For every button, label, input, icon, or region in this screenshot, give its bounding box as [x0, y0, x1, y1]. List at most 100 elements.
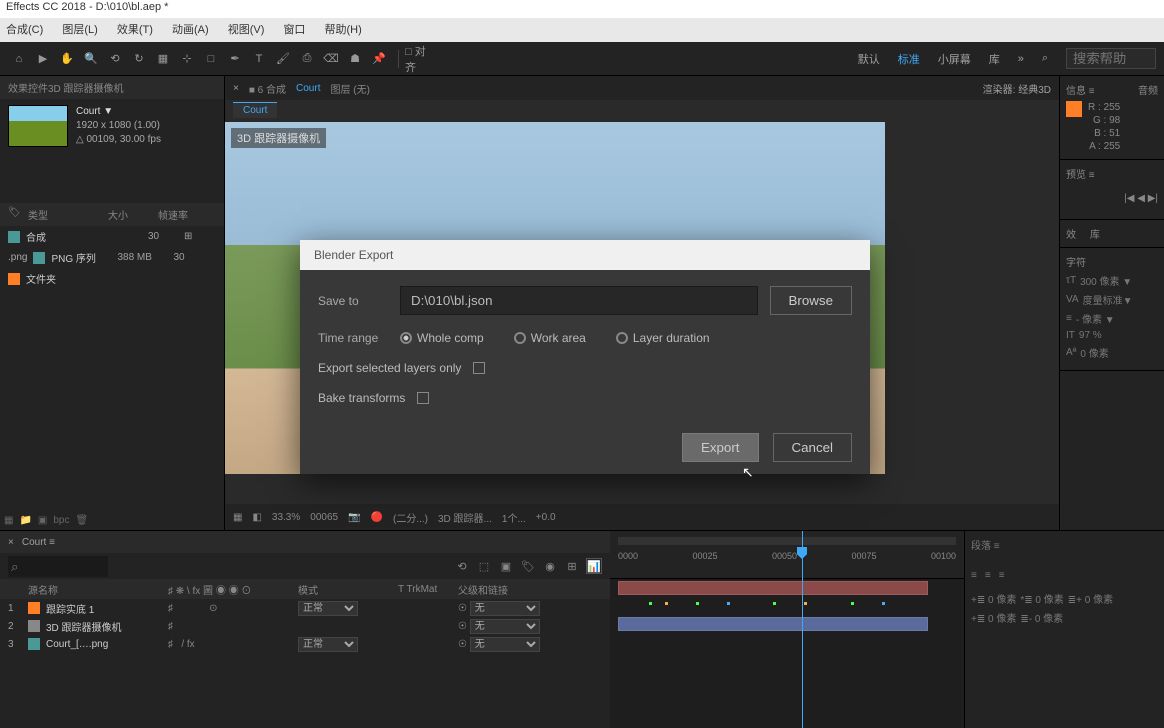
- comp-name[interactable]: Court ▼: [76, 105, 161, 119]
- blend-mode-select[interactable]: 正常: [298, 637, 358, 652]
- tl-icon-4[interactable]: 🏷: [520, 558, 536, 574]
- preview-transport[interactable]: |◀ ◀ ▶|: [1066, 193, 1158, 204]
- paragraph-panel-title[interactable]: 段落 ≡: [971, 537, 1158, 552]
- rotate-tool-icon[interactable]: ↻: [128, 48, 150, 70]
- font-size[interactable]: 300 像素 ▼: [1080, 273, 1132, 288]
- ws-default[interactable]: 默认: [858, 51, 880, 67]
- col-source-name[interactable]: 源名称: [28, 582, 168, 597]
- snapshot-icon[interactable]: 📷: [348, 512, 360, 523]
- close-tab-icon[interactable]: ×: [233, 83, 239, 94]
- project-item[interactable]: .png PNG 序列 388 MB 30: [0, 247, 224, 268]
- align-left-icon[interactable]: ≡: [971, 570, 977, 581]
- align-center-icon[interactable]: ≡: [985, 570, 991, 581]
- col-parent[interactable]: 父级和链接: [458, 582, 578, 597]
- text-tool-icon[interactable]: T: [248, 48, 270, 70]
- parent-select[interactable]: 无: [470, 601, 540, 616]
- export-selected-checkbox[interactable]: [473, 362, 485, 374]
- interpret-icon[interactable]: ▦: [4, 515, 13, 526]
- brush-tool-icon[interactable]: 🖌: [272, 48, 294, 70]
- layer-row[interactable]: 2 3D 跟踪器摄像机 ♯ ☉ 无: [0, 617, 610, 635]
- audio-panel-title[interactable]: 音频: [1138, 82, 1158, 97]
- layer-bar[interactable]: [618, 581, 928, 595]
- lib-tab[interactable]: 库: [1090, 230, 1100, 241]
- radio-layer-duration[interactable]: Layer duration: [616, 331, 710, 345]
- shape-tool-icon[interactable]: □: [200, 48, 222, 70]
- selection-tool-icon[interactable]: ▶: [32, 48, 54, 70]
- tl-icon-6[interactable]: ⊞: [564, 558, 580, 574]
- ws-standard[interactable]: 标准: [898, 51, 920, 67]
- orbit-tool-icon[interactable]: ⟲: [104, 48, 126, 70]
- camera-dropdown[interactable]: 3D 跟踪器...: [438, 510, 492, 525]
- resolution-dropdown[interactable]: (二分...): [393, 510, 428, 525]
- project-item[interactable]: 合成 30 ⊞: [0, 226, 224, 247]
- col-type[interactable]: 类型: [28, 207, 108, 222]
- ws-library[interactable]: 库: [989, 51, 1000, 67]
- pen-tool-icon[interactable]: ✒: [224, 48, 246, 70]
- flowchart-icon[interactable]: ⊞: [184, 231, 192, 242]
- camera-icon[interactable]: [28, 620, 40, 632]
- radio-whole-comp[interactable]: Whole comp: [400, 331, 484, 345]
- new-folder-icon[interactable]: 📁: [19, 515, 31, 526]
- zoom-tool-icon[interactable]: 🔍: [80, 48, 102, 70]
- menu-window[interactable]: 窗口: [283, 24, 305, 36]
- menu-anim[interactable]: 动画(A): [172, 24, 209, 36]
- comp-tab-court[interactable]: Court: [296, 83, 320, 94]
- layer-row[interactable]: 1 跟踪实底 1 ♯ ⊙ 正常 ☉ 无: [0, 599, 610, 617]
- tracking[interactable]: - 像素 ▼: [1076, 311, 1115, 326]
- flow-tab-court[interactable]: Court: [233, 102, 277, 118]
- ws-small[interactable]: 小屏幕: [938, 51, 971, 67]
- col-trkmat[interactable]: T TrkMat: [398, 584, 458, 595]
- fx-tab[interactable]: 效: [1066, 230, 1076, 241]
- baseline[interactable]: 0 像素: [1080, 345, 1108, 360]
- character-panel-title[interactable]: 字符: [1066, 254, 1158, 269]
- current-time[interactable]: 00065: [310, 512, 338, 523]
- bake-transforms-checkbox[interactable]: [417, 392, 429, 404]
- effect-controls-tab[interactable]: 效果控件3D 跟踪器摄像机: [0, 76, 224, 99]
- roto-tool-icon[interactable]: ☗: [344, 48, 366, 70]
- zoom-level[interactable]: 33.3%: [272, 512, 300, 523]
- col-mode[interactable]: 模式: [298, 582, 398, 597]
- tl-icon-3[interactable]: ▣: [498, 558, 514, 574]
- timeline-close-icon[interactable]: ×: [8, 537, 14, 548]
- menu-view[interactable]: 视图(V): [228, 24, 265, 36]
- camera-tool-icon[interactable]: ▦: [152, 48, 174, 70]
- timeline-tab[interactable]: Court ≡: [22, 537, 55, 548]
- layer-tab[interactable]: 图层 (无): [330, 81, 369, 96]
- col-size[interactable]: 大小: [108, 207, 158, 222]
- tl-graph-icon[interactable]: 📊: [586, 558, 602, 574]
- exposure[interactable]: +0.0: [536, 512, 556, 523]
- puppet-tool-icon[interactable]: 📌: [368, 48, 390, 70]
- views-dropdown[interactable]: 1个...: [502, 510, 526, 525]
- channel-icon[interactable]: 🔴: [371, 512, 383, 523]
- parent-select[interactable]: 无: [470, 619, 540, 634]
- timeline-search-input[interactable]: [8, 556, 108, 577]
- playhead[interactable]: [802, 531, 803, 728]
- menu-effect[interactable]: 效果(T): [117, 24, 153, 36]
- vscale[interactable]: 97 %: [1079, 330, 1102, 341]
- hand-tool-icon[interactable]: ✋: [56, 48, 78, 70]
- alpha-icon[interactable]: ▦: [233, 512, 242, 523]
- stamp-tool-icon[interactable]: ⎙: [296, 48, 318, 70]
- home-icon[interactable]: ⌂: [8, 48, 30, 70]
- snap-toggle[interactable]: □ 对齐: [405, 48, 427, 70]
- kerning[interactable]: 度量标准▼: [1083, 292, 1133, 307]
- tl-icon-1[interactable]: ⟲: [454, 558, 470, 574]
- search-help-input[interactable]: [1066, 48, 1156, 69]
- renderer-label[interactable]: 渲染器: 经典3D: [983, 81, 1051, 96]
- blend-mode-select[interactable]: 正常: [298, 601, 358, 616]
- layer-bar[interactable]: [618, 617, 928, 631]
- trash-icon[interactable]: 🗑: [75, 515, 88, 526]
- tl-icon-5[interactable]: ◉: [542, 558, 558, 574]
- tl-icon-2[interactable]: ⬚: [476, 558, 492, 574]
- parent-select[interactable]: 无: [470, 637, 540, 652]
- save-path-input[interactable]: [400, 286, 758, 315]
- preview-panel-title[interactable]: 预览 ≡: [1066, 166, 1158, 181]
- radio-work-area[interactable]: Work area: [514, 331, 586, 345]
- col-fps[interactable]: 帧速率: [158, 207, 198, 222]
- menu-compose[interactable]: 合成(C): [6, 24, 43, 36]
- layer-color-icon[interactable]: [28, 602, 40, 614]
- browse-button[interactable]: Browse: [770, 286, 852, 315]
- menu-layer[interactable]: 图层(L): [62, 24, 97, 36]
- anchor-tool-icon[interactable]: ⊹: [176, 48, 198, 70]
- footage-icon[interactable]: [28, 638, 40, 650]
